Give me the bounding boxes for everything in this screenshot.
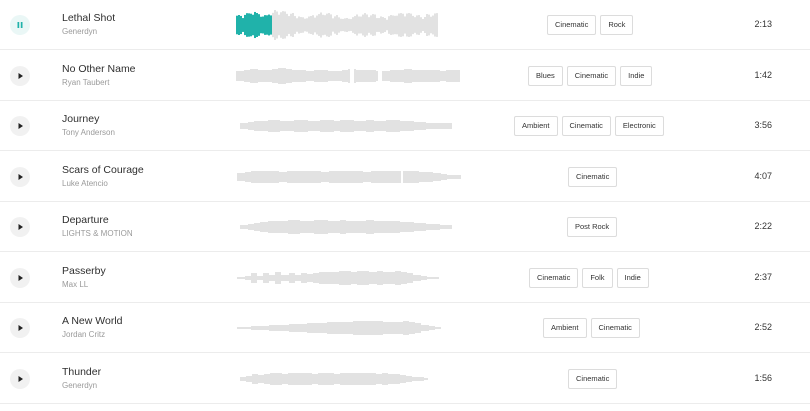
- waveform[interactable]: [232, 263, 472, 293]
- tag-group: Cinematic Rock: [547, 15, 634, 35]
- tag-group: Cinematic Folk Indie: [529, 268, 649, 288]
- track-artist[interactable]: Generdyn: [62, 27, 97, 36]
- tag-group: Ambient Cinematic: [543, 318, 640, 338]
- track-artist[interactable]: Tony Anderson: [62, 128, 115, 137]
- track-title[interactable]: Passerby: [62, 265, 106, 277]
- waveform[interactable]: [232, 212, 472, 242]
- tag-group: Blues Cinematic Indie: [528, 66, 653, 86]
- play-button[interactable]: [10, 167, 30, 187]
- track-duration: 2:52: [754, 322, 772, 332]
- track-row[interactable]: Thunder Generdyn Cinematic 1:56: [0, 354, 810, 404]
- pause-button[interactable]: [10, 15, 30, 35]
- genre-tag[interactable]: Ambient: [543, 318, 587, 338]
- pause-icon: [17, 22, 23, 28]
- play-button[interactable]: [10, 369, 30, 389]
- genre-tag[interactable]: Cinematic: [547, 15, 597, 35]
- track-title[interactable]: Scars of Courage: [62, 164, 144, 176]
- tag-group: Cinematic: [568, 369, 618, 389]
- track-artist[interactable]: Generdyn: [62, 381, 97, 390]
- play-button[interactable]: [10, 318, 30, 338]
- play-icon: [18, 275, 23, 281]
- track-artist[interactable]: Jordan Critz: [62, 330, 105, 339]
- play-button[interactable]: [10, 116, 30, 136]
- genre-tag[interactable]: Cinematic: [568, 167, 618, 187]
- track-title[interactable]: Departure: [62, 214, 109, 226]
- track-title[interactable]: A New World: [62, 315, 123, 327]
- genre-tag[interactable]: Cinematic: [566, 66, 617, 86]
- genre-tag[interactable]: Cinematic: [529, 268, 579, 288]
- genre-tag[interactable]: Cinematic: [561, 116, 611, 136]
- track-title[interactable]: Thunder: [62, 366, 101, 378]
- genre-tag[interactable]: Rock: [600, 15, 634, 35]
- track-duration: 1:56: [754, 373, 772, 383]
- waveform[interactable]: [232, 111, 472, 141]
- track-list: Lethal Shot Generdyn Cinematic Rock 2:13 No O…: [0, 0, 810, 411]
- track-duration: 2:37: [754, 272, 772, 282]
- play-button[interactable]: [10, 66, 30, 86]
- track-row[interactable]: Lethal Shot Generdyn Cinematic Rock 2:13: [0, 0, 810, 50]
- waveform[interactable]: [232, 364, 472, 394]
- genre-tag[interactable]: Electronic: [614, 116, 664, 136]
- track-duration: 2:13: [754, 19, 772, 29]
- play-icon: [18, 123, 23, 129]
- genre-tag[interactable]: Cinematic: [568, 369, 618, 389]
- waveform[interactable]: [232, 162, 472, 192]
- genre-tag[interactable]: Blues: [528, 66, 563, 86]
- tag-group: Cinematic: [568, 167, 618, 187]
- track-title[interactable]: No Other Name: [62, 63, 136, 75]
- track-artist[interactable]: Ryan Taubert: [62, 78, 109, 87]
- play-icon: [18, 73, 23, 79]
- play-button[interactable]: [10, 268, 30, 288]
- genre-tag[interactable]: Indie: [620, 66, 653, 86]
- track-duration: 3:56: [754, 120, 772, 130]
- track-row[interactable]: No Other Name Ryan Taubert Blues Cinematic I…: [0, 51, 810, 101]
- track-title[interactable]: Lethal Shot: [62, 12, 115, 24]
- track-row[interactable]: Passerby Max LL Cinematic Folk Indie 2:37: [0, 253, 810, 303]
- track-title[interactable]: Journey: [62, 113, 99, 125]
- track-artist[interactable]: Luke Atencio: [62, 179, 108, 188]
- track-duration: 2:22: [754, 221, 772, 231]
- play-icon: [18, 174, 23, 180]
- track-row[interactable]: Scars of Courage Luke Atencio Cinematic 4:0…: [0, 152, 810, 202]
- genre-tag[interactable]: Post Rock: [567, 217, 618, 237]
- tag-group: Ambient Cinematic Electronic: [514, 116, 664, 136]
- track-row[interactable]: Departure LIGHTS & MOTION Post Rock 2:22: [0, 202, 810, 252]
- genre-tag[interactable]: Ambient: [514, 116, 558, 136]
- track-duration: 4:07: [754, 171, 772, 181]
- tag-group: Post Rock: [567, 217, 618, 237]
- play-icon: [18, 376, 23, 382]
- track-row[interactable]: Journey Tony Anderson Ambient Cinematic Elec…: [0, 101, 810, 151]
- waveform[interactable]: [232, 10, 472, 40]
- waveform[interactable]: [232, 61, 472, 91]
- genre-tag[interactable]: Indie: [616, 268, 649, 288]
- track-artist[interactable]: LIGHTS & MOTION: [62, 229, 133, 238]
- genre-tag[interactable]: Cinematic: [590, 318, 640, 338]
- play-icon: [18, 325, 23, 331]
- track-artist[interactable]: Max LL: [62, 280, 88, 289]
- genre-tag[interactable]: Folk: [582, 268, 613, 288]
- waveform[interactable]: [232, 313, 472, 343]
- track-duration: 1:42: [754, 70, 772, 80]
- play-icon: [18, 224, 23, 230]
- track-row[interactable]: A New World Jordan Critz Ambient Cinematic 2…: [0, 303, 810, 353]
- play-button[interactable]: [10, 217, 30, 237]
